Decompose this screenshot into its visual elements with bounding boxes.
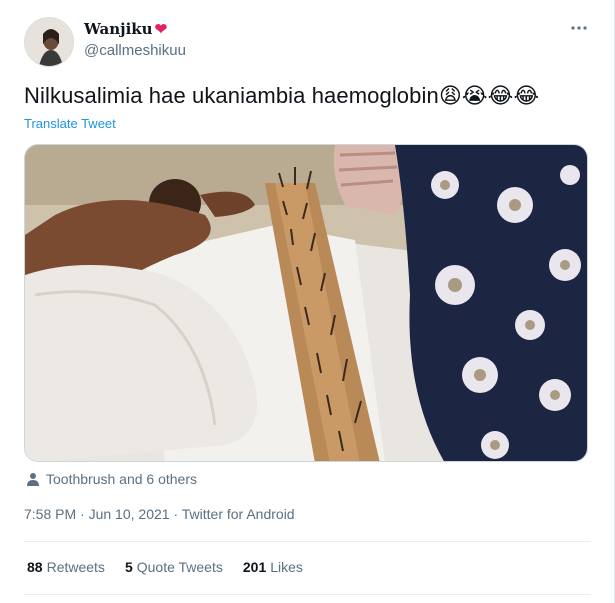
heart-icon: ❤ — [154, 20, 168, 38]
quotes-count: 5 — [124, 559, 133, 575]
tweet-photo[interactable] — [24, 144, 588, 462]
more-options-button[interactable] — [566, 18, 592, 38]
avatar[interactable] — [24, 17, 74, 67]
translate-tweet-link[interactable]: Translate Tweet — [24, 116, 116, 131]
meta-separator: · — [76, 506, 89, 522]
tweet-time[interactable]: 7:58 PM — [24, 506, 76, 522]
retweets-label: Retweets — [46, 559, 105, 575]
tweet-metadata: 7:58 PM · Jun 10, 2021 · Twitter for And… — [24, 506, 295, 522]
divider — [24, 594, 591, 595]
tagged-users-text: Toothbrush and 6 others — [46, 471, 197, 487]
avatar-image — [25, 18, 73, 66]
more-dots-icon — [571, 26, 587, 30]
user-handle[interactable]: @callmeshikuu — [84, 42, 186, 59]
tagged-users[interactable]: Toothbrush and 6 others — [26, 471, 197, 487]
photo-illustration — [25, 145, 587, 461]
likes-label: Likes — [270, 559, 303, 575]
tweet-text-body: Nilkusalimia hae ukaniambia haemoglobin — [24, 83, 439, 108]
likes-stat[interactable]: 201 Likes — [243, 559, 303, 575]
tweet-date[interactable]: Jun 10, 2021 — [89, 506, 170, 522]
retweets-stat[interactable]: 88 Retweets — [27, 559, 105, 575]
meta-separator: · — [169, 506, 182, 522]
quote-tweets-stat[interactable]: 5 Quote Tweets — [125, 559, 223, 575]
tweet-card: Wanjiku ❤ @callmeshikuu Nilkusalimia hae… — [0, 0, 615, 603]
likes-count: 201 — [242, 559, 267, 575]
tweet-stats: 88 Retweets 5 Quote Tweets 201 Likes — [27, 559, 303, 575]
retweets-count: 88 — [27, 559, 43, 575]
quotes-label: Quote Tweets — [136, 559, 223, 575]
divider — [24, 541, 591, 542]
tweet-emojis: 😩😭😂😂 — [438, 83, 540, 108]
tweet-text: Nilkusalimia hae ukaniambia haemoglobin😩… — [24, 83, 539, 109]
person-icon — [27, 473, 39, 486]
display-name[interactable]: Wanjiku ❤ — [84, 20, 167, 38]
tweet-source[interactable]: Twitter for Android — [182, 506, 295, 522]
display-name-text: Wanjiku — [84, 20, 153, 38]
